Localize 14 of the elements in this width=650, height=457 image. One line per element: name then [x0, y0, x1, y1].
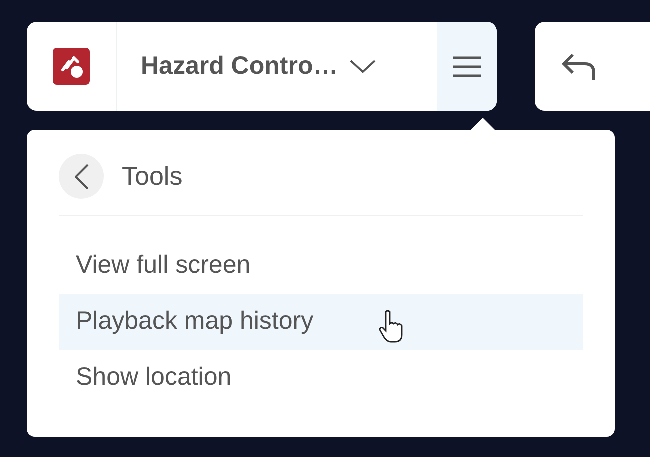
project-dropdown[interactable]: Hazard Contro… [117, 22, 437, 111]
menu-item[interactable]: View full screen [59, 238, 583, 294]
menu-button[interactable] [437, 22, 498, 111]
menu-title: Tools [122, 160, 183, 193]
logo-icon [53, 48, 90, 85]
chevron-down-icon [350, 60, 376, 74]
undo-button[interactable] [535, 22, 650, 111]
chevron-left-icon [74, 164, 88, 190]
back-button[interactable] [59, 154, 104, 199]
hand-cursor-icon [379, 310, 405, 344]
menu-icon [453, 56, 482, 78]
undo-icon [561, 52, 598, 80]
menu-item[interactable]: Show location [59, 350, 583, 406]
menu-item[interactable]: Playback map history [59, 294, 583, 350]
